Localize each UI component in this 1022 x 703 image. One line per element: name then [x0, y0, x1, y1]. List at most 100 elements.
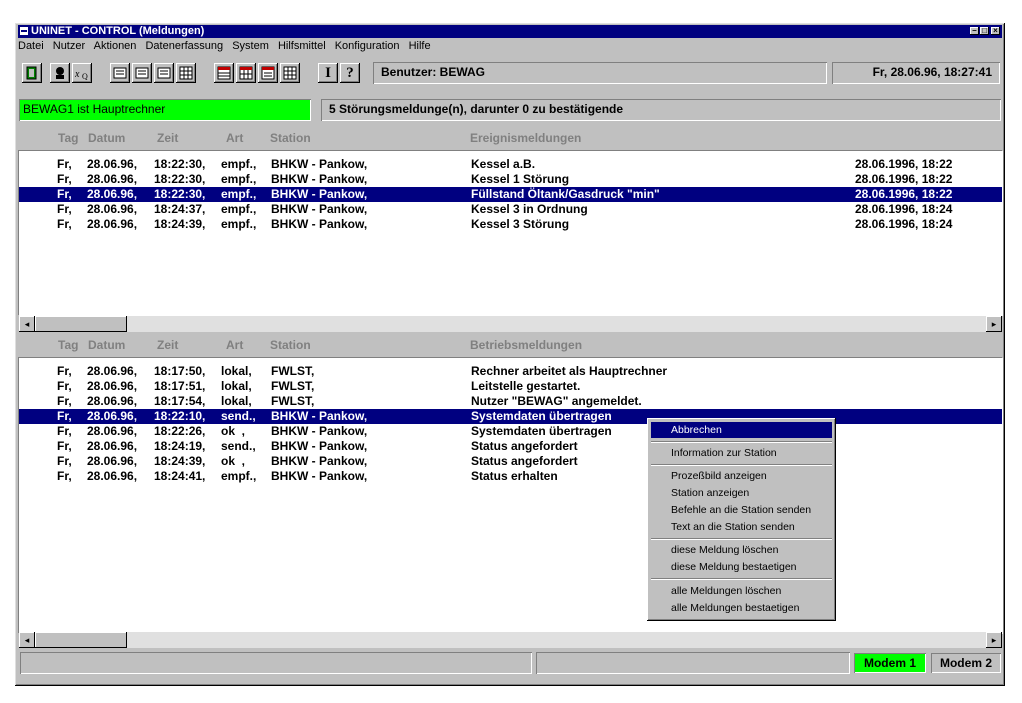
cell-art: ok , [221, 454, 246, 468]
col-art[interactable]: Art [226, 334, 243, 356]
col-zeit[interactable]: Zeit [157, 334, 178, 356]
cell-art: empf., [221, 202, 257, 216]
scroll-thumb[interactable] [35, 316, 127, 332]
menu-item-alle-bestaetigen[interactable]: alle Meldungen bestaetigen [651, 600, 832, 616]
cell-station: FWLST, [271, 379, 315, 393]
cell-tag: Fr, [57, 172, 72, 186]
table-row[interactable]: Fr, 28.06.96, 18:22:10, send., BHKW - Pankow… [19, 409, 1002, 424]
report-3-icon [261, 66, 275, 80]
menu-item-prozessbild[interactable]: Prozeßbild anzeigen [651, 468, 832, 484]
system-menu-icon[interactable] [20, 27, 28, 35]
table-row[interactable]: Fr, 28.06.96, 18:22:30, empf., BHKW - Pankow… [19, 157, 1002, 172]
menu-nutzer[interactable]: Nutzer [53, 40, 85, 52]
maximize-icon[interactable]: □ [980, 27, 989, 35]
cell-station: BHKW - Pankow, [271, 172, 368, 186]
report-3-button[interactable] [258, 63, 278, 83]
menu-item-meldung-loeschen[interactable]: diese Meldung löschen [651, 542, 832, 558]
scroll-right-icon[interactable]: ▸ [986, 316, 1002, 332]
view-1-button[interactable] [110, 63, 130, 83]
col-station[interactable]: Station [270, 334, 311, 356]
operations-list[interactable]: Fr, 28.06.96, 18:17:50, lokal, FWLST, Rechner… [18, 357, 1003, 634]
table-row[interactable]: Fr, 28.06.96, 18:24:19, send., BHKW - Pankow… [19, 439, 1002, 454]
menu-aktionen[interactable]: Aktionen [94, 40, 137, 52]
title-bar[interactable]: UNINET - CONTROL (Meldungen) – □ × [18, 25, 1002, 38]
report-4-button[interactable] [280, 63, 300, 83]
menu-item-station-anzeigen[interactable]: Station anzeigen [651, 485, 832, 501]
view-2-icon [135, 67, 149, 79]
table-row[interactable]: Fr, 28.06.96, 18:24:37, empf., BHKW - Pankow… [19, 202, 1002, 217]
menu-datenerfassung[interactable]: Datenerfassung [145, 40, 223, 52]
table-row[interactable]: Fr, 28.06.96, 18:17:54, lokal, FWLST, Nutzer … [19, 394, 1002, 409]
cell-datum: 28.06.96, [87, 157, 138, 171]
menu-konfiguration[interactable]: Konfiguration [335, 40, 400, 52]
report-1-button[interactable] [214, 63, 234, 83]
scroll-thumb[interactable] [35, 632, 127, 648]
cell-tag: Fr, [57, 439, 72, 453]
menu-item-befehle-senden[interactable]: Befehle an die Station senden [651, 502, 832, 518]
table-row[interactable]: Fr, 28.06.96, 18:22:26, ok , BHKW - Pankow, S… [19, 424, 1002, 439]
col-station[interactable]: Station [270, 127, 311, 149]
cell-zeit: 18:22:30, [154, 187, 206, 201]
scroll-left-icon[interactable]: ◂ [19, 316, 35, 332]
menu-item-abbrechen[interactable]: Abbrechen [651, 422, 832, 438]
table-button[interactable] [176, 63, 196, 83]
table-row[interactable]: Fr, 28.06.96, 18:22:30, empf., BHKW - Pankow… [19, 187, 1002, 202]
menu-hilfe[interactable]: Hilfe [409, 40, 431, 52]
cell-msg: Systemdaten übertragen [471, 409, 612, 423]
col-tag[interactable]: Tag [58, 127, 78, 149]
cell-tag: Fr, [57, 454, 72, 468]
operations-scrollbar[interactable]: ◂ ▸ [19, 632, 1002, 648]
status-pane-2 [536, 652, 850, 674]
menu-item-alle-loeschen[interactable]: alle Meldungen löschen [651, 583, 832, 599]
user-field: Benutzer: BEWAG [373, 62, 827, 84]
formula-button[interactable]: xQ [72, 63, 92, 83]
events-scrollbar[interactable]: ◂ ▸ [19, 316, 1002, 332]
col-zeit[interactable]: Zeit [157, 127, 178, 149]
table-row[interactable]: Fr, 28.06.96, 18:24:39, ok , BHKW - Pankow, S… [19, 454, 1002, 469]
exit-button[interactable] [22, 63, 42, 83]
cell-datum: 28.06.96, [87, 409, 138, 423]
cell-station: BHKW - Pankow, [271, 202, 368, 216]
view-2-button[interactable] [132, 63, 152, 83]
cell-art: empf., [221, 217, 257, 231]
cell-tag: Fr, [57, 394, 72, 408]
host-status: BEWAG1 ist Hauptrechner [19, 99, 311, 121]
cell-datum: 28.06.96, [87, 202, 138, 216]
cell-station: BHKW - Pankow, [271, 469, 368, 483]
menu-item-meldung-bestaetigen[interactable]: diese Meldung bestaetigen [651, 559, 832, 575]
cell-art: lokal, [221, 394, 252, 408]
col-tag[interactable]: Tag [58, 334, 78, 356]
menu-item-information[interactable]: Information zur Station [651, 445, 832, 461]
scroll-right-icon[interactable]: ▸ [986, 632, 1002, 648]
minimize-icon[interactable]: – [970, 27, 979, 35]
col-datum[interactable]: Datum [88, 334, 125, 356]
cell-art: empf., [221, 157, 257, 171]
info-button[interactable]: I [318, 63, 338, 83]
menu-datei[interactable]: Datei [18, 40, 44, 52]
table-row[interactable]: Fr, 28.06.96, 18:24:41, empf., BHKW - Pankow… [19, 469, 1002, 484]
cell-art: lokal, [221, 364, 252, 378]
message-summary: 5 Störungsmeldunge(n), darunter 0 zu bes… [321, 99, 1001, 121]
help-button[interactable]: ? [340, 63, 360, 83]
menu-system[interactable]: System [232, 40, 269, 52]
cell-tag: Fr, [57, 364, 72, 378]
events-list[interactable]: Fr, 28.06.96, 18:22:30, empf., BHKW - Pankow… [18, 150, 1003, 316]
cell-station: BHKW - Pankow, [271, 424, 368, 438]
report-2-button[interactable] [236, 63, 256, 83]
table-row[interactable]: Fr, 28.06.96, 18:17:50, lokal, FWLST, Rechner… [19, 364, 1002, 379]
user-button[interactable] [50, 63, 70, 83]
menu-hilfsmittel[interactable]: Hilfsmittel [278, 40, 326, 52]
table-row[interactable]: Fr, 28.06.96, 18:17:51, lokal, FWLST, Leitste… [19, 379, 1002, 394]
col-art[interactable]: Art [226, 127, 243, 149]
table-row[interactable]: Fr, 28.06.96, 18:24:39, empf., BHKW - Pankow… [19, 217, 1002, 232]
cell-msg: Systemdaten übertragen [471, 424, 612, 438]
table-row[interactable]: Fr, 28.06.96, 18:22:30, empf., BHKW - Pankow… [19, 172, 1002, 187]
status-pane-1 [20, 652, 532, 674]
menu-item-text-senden[interactable]: Text an die Station senden [651, 519, 832, 535]
modem-1-indicator: Modem 1 [854, 653, 926, 673]
scroll-left-icon[interactable]: ◂ [19, 632, 35, 648]
col-datum[interactable]: Datum [88, 127, 125, 149]
svg-text:x: x [75, 69, 80, 80]
view-3-button[interactable] [154, 63, 174, 83]
close-icon[interactable]: × [991, 27, 1000, 35]
